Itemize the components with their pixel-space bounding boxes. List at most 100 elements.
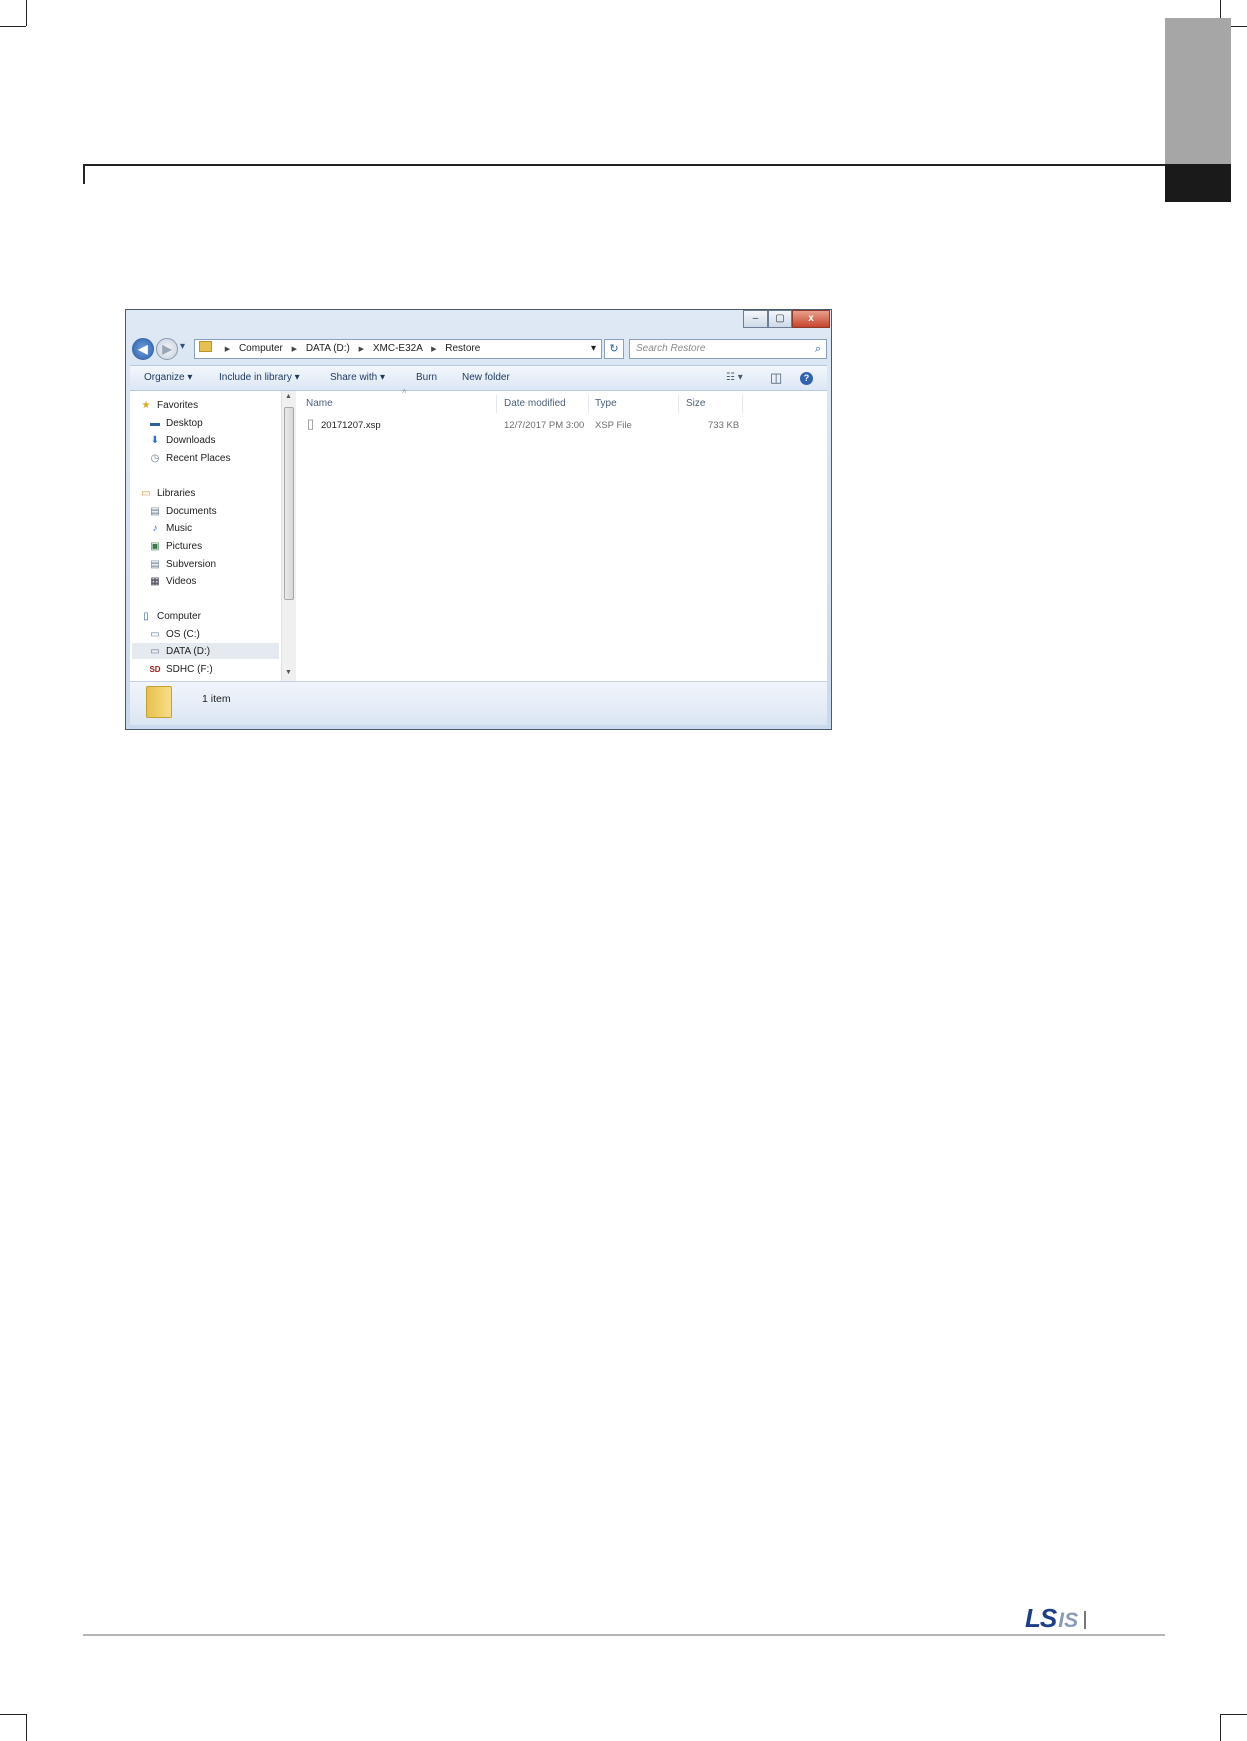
item-count: 1 item (202, 693, 231, 705)
nav-item-os-c[interactable]: ▭ OS (C:) (149, 628, 200, 642)
change-view-icon[interactable]: ☷ ▾ (726, 366, 743, 390)
navigation-pane: ★ Favorites ▬ Desktop ⬇ Downloads ◷ Recent P… (130, 391, 282, 681)
column-divider (742, 395, 743, 413)
breadcrumb-data-d[interactable]: DATA (D:) (306, 343, 350, 354)
breadcrumb-restore[interactable]: Restore (445, 343, 480, 354)
nav-item-favorites[interactable]: ★ Favorites (140, 399, 199, 413)
column-header-type[interactable]: Type (595, 397, 617, 411)
file-size: 733 KB (708, 420, 740, 431)
breadcrumb-computer[interactable]: Computer (239, 343, 283, 354)
nav-label: Desktop (166, 418, 203, 429)
file-type: XSP File (595, 420, 632, 431)
crop-mark-bl-v (26, 1714, 27, 1741)
minimize-button[interactable]: ‒ (743, 310, 768, 328)
search-icon[interactable]: ⌕ (815, 340, 821, 358)
footer-rule (83, 1634, 1165, 1636)
column-divider (496, 395, 497, 413)
nav-item-subversion[interactable]: ▤ Subversion (149, 558, 216, 572)
refresh-button[interactable]: ↻ (604, 339, 624, 359)
nav-label: Pictures (166, 541, 203, 552)
nav-label: Documents (166, 506, 217, 517)
navigation-row: ◀ ▶ ▾ ▶ Computer ▶ DATA (D:) ▶ XMC-E32A … (130, 337, 827, 363)
preview-pane-icon[interactable]: ◫ (770, 366, 782, 390)
back-button[interactable]: ◀ (132, 338, 154, 360)
sd-card-icon: SD (149, 665, 161, 674)
music-icon: ♪ (152, 523, 158, 534)
libraries-icon: ▭ (141, 488, 151, 499)
nav-item-pictures[interactable]: ▣ Pictures (149, 540, 202, 554)
crop-mark-br-h (1221, 1714, 1247, 1715)
nav-label: Music (166, 523, 193, 534)
documents-icon: ▤ (150, 506, 160, 517)
column-header-size[interactable]: Size (686, 397, 705, 411)
drive-icon: ▭ (150, 629, 160, 640)
include-in-library-button[interactable]: Include in library ▾ (219, 366, 300, 390)
nav-label: Favorites (157, 400, 199, 411)
column-header-name[interactable]: Name (306, 397, 333, 411)
history-dropdown-icon[interactable]: ▾ (180, 341, 185, 352)
file-list: ˄ Name Date modified Type Size ▯ 2017120… (296, 387, 827, 681)
nav-label: DATA (D:) (166, 646, 211, 657)
desktop-icon: ▬ (150, 418, 160, 429)
column-header-date[interactable]: Date modified (504, 397, 566, 411)
nav-item-videos[interactable]: ▦ Videos (149, 575, 196, 589)
burn-button[interactable]: Burn (416, 366, 437, 390)
nav-item-documents[interactable]: ▤ Documents (149, 505, 217, 519)
breadcrumb-arrow-icon: ▶ (358, 346, 365, 353)
file-icon: ▯ (307, 416, 315, 431)
chapter-tab-black (1165, 164, 1231, 202)
header-rule (83, 164, 1165, 166)
sort-indicator-icon: ˄ (402, 387, 407, 396)
explorer-window: ‒ ▢ x ◀ ▶ ▾ ▶ Computer ▶ DATA (D:) ▶ XMC… (125, 309, 832, 730)
nav-item-music[interactable]: ♪ Music (149, 522, 193, 536)
ls-is-logo: LSIS (1025, 1603, 1087, 1634)
nav-item-libraries[interactable]: ▭ Libraries (140, 487, 195, 501)
help-icon[interactable]: ? (800, 372, 813, 385)
address-dropdown-icon[interactable]: ▾ (591, 340, 596, 358)
search-placeholder: Search Restore (636, 343, 706, 354)
share-with-button[interactable]: Share with ▾ (330, 366, 385, 390)
header-rule-tick (83, 164, 85, 184)
address-bar[interactable]: ▶ Computer ▶ DATA (D:) ▶ XMC-E32A ▶ Rest… (194, 339, 602, 359)
nav-label: Recent Places (166, 453, 231, 464)
search-input[interactable]: Search Restore ⌕ (629, 339, 827, 359)
scroll-thumb[interactable] (284, 407, 294, 600)
breadcrumb-xmc-e32a[interactable]: XMC-E32A (373, 343, 422, 354)
scroll-up-icon[interactable]: ▲ (285, 393, 292, 400)
drive-icon: ▭ (150, 646, 160, 657)
nav-item-data-d[interactable]: ▭ DATA (D:) (149, 645, 210, 659)
breadcrumb-arrow-icon: ▶ (224, 346, 231, 353)
new-folder-button[interactable]: New folder (462, 366, 510, 390)
subversion-icon: ▤ (150, 559, 160, 570)
chapter-tab-grey (1165, 18, 1231, 164)
downloads-icon: ⬇ (150, 435, 160, 446)
breadcrumb-arrow-icon: ▶ (291, 346, 298, 353)
scroll-down-icon[interactable]: ▼ (285, 669, 292, 676)
logo-divider (1084, 1611, 1087, 1629)
explorer-body: ★ Favorites ▬ Desktop ⬇ Downloads ◷ Recent P… (130, 387, 827, 681)
details-pane: 1 item (130, 681, 827, 725)
forward-button[interactable]: ▶ (156, 338, 178, 360)
column-divider (678, 395, 679, 413)
nav-item-downloads[interactable]: ⬇ Downloads (149, 434, 216, 448)
star-icon: ★ (141, 400, 151, 411)
nav-item-desktop[interactable]: ▬ Desktop (149, 417, 203, 431)
nav-item-recent-places[interactable]: ◷ Recent Places (149, 452, 231, 466)
pictures-icon: ▣ (150, 541, 160, 552)
nav-label: Libraries (157, 488, 196, 499)
crop-mark-tl-v (26, 0, 27, 26)
close-button[interactable]: x (792, 310, 830, 328)
title-bar: ‒ ▢ x (126, 310, 831, 340)
nav-item-computer[interactable]: ▯ Computer (140, 610, 201, 624)
nav-item-sdhc-f[interactable]: SD SDHC (F:) (149, 663, 213, 677)
maximize-button[interactable]: ▢ (768, 310, 792, 328)
organize-button[interactable]: Organize ▾ (144, 366, 192, 390)
folder-icon (199, 341, 212, 352)
nav-label: Videos (166, 576, 197, 587)
nav-scrollbar[interactable]: ▲ ▼ (281, 391, 296, 681)
nav-label: SDHC (F:) (166, 664, 213, 675)
crop-mark-bl-h (0, 1714, 26, 1715)
command-bar: Organize ▾ Include in library ▾ Share wi… (130, 365, 827, 391)
recent-places-icon: ◷ (150, 453, 160, 464)
file-name: 20171207.xsp (321, 420, 381, 431)
